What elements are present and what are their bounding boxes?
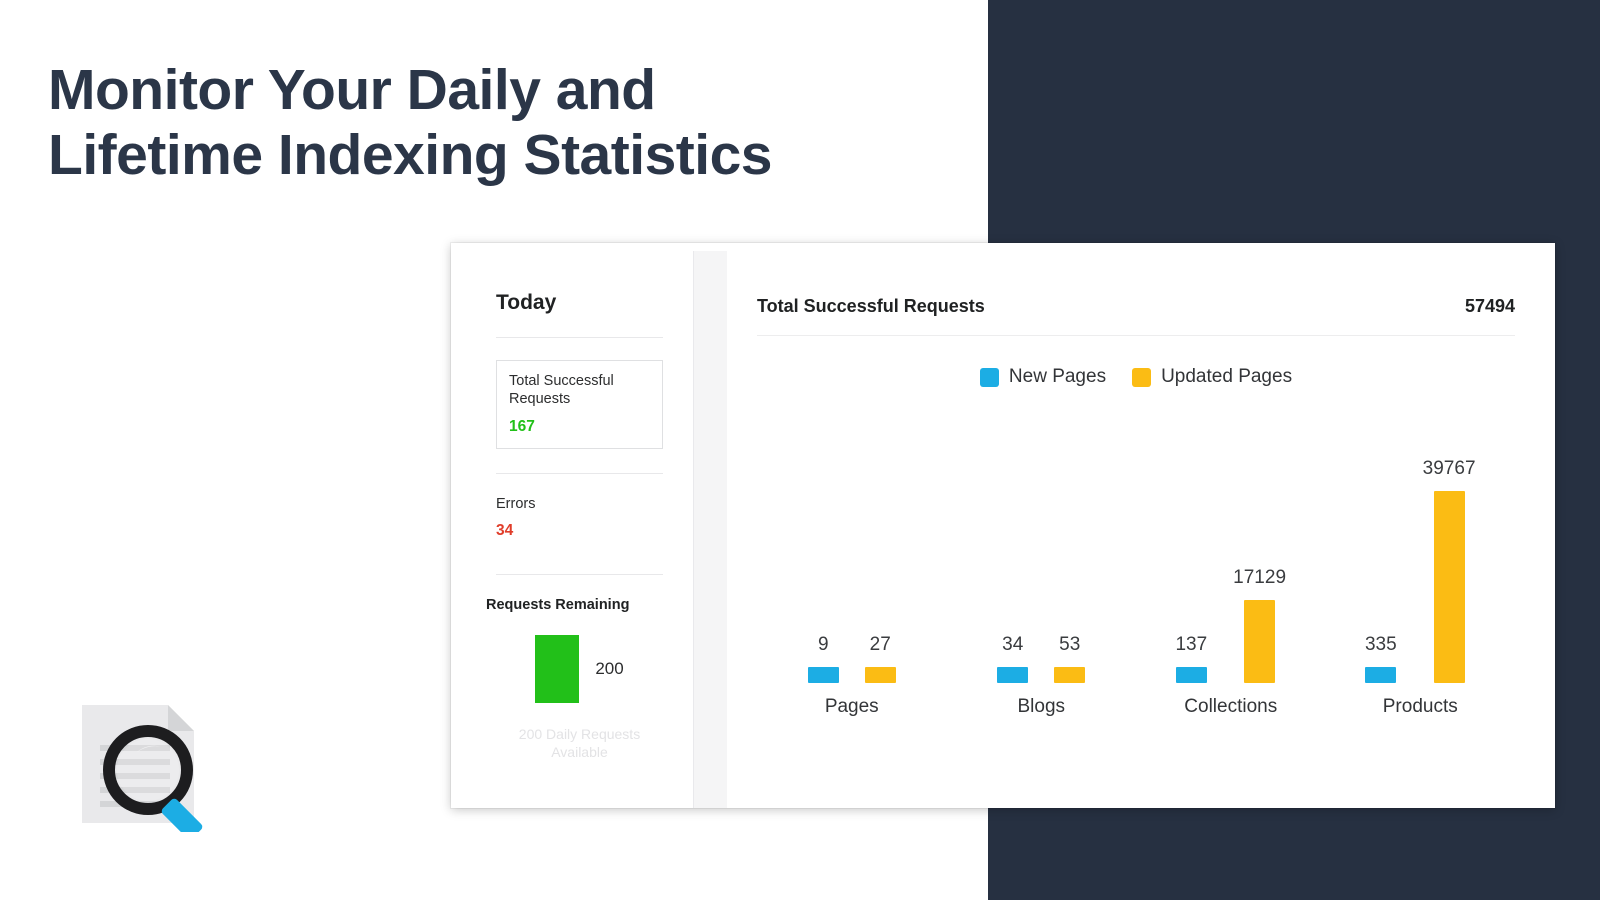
requests-remaining-gauge: 200	[496, 634, 663, 703]
requests-remaining-footnote: 200 Daily Requests Available	[518, 725, 641, 760]
sidebar-title: Today	[496, 291, 557, 314]
category-label-pages: Pages	[824, 696, 879, 717]
sidebar-divider-2	[496, 472, 663, 474]
today-total-successful-requests-card: Total Successful Requests 167	[496, 360, 663, 449]
today-total-successful-label: Total Successful Requests	[509, 373, 614, 408]
bar-new-pages-pages[interactable]: 9	[807, 405, 839, 683]
requests-remaining-block: Requests Remaining 200 200 Daily Request…	[486, 597, 663, 761]
requests-remaining-value: 200	[595, 658, 624, 678]
chart-header: Total Successful Requests 57494	[757, 296, 1515, 336]
requests-remaining-bar	[535, 634, 580, 703]
bar-new-pages-products[interactable]: 335	[1365, 405, 1397, 683]
category-label-products: Products	[1382, 696, 1458, 717]
bar-value-label: 335	[1364, 634, 1397, 655]
document-magnifier-icon	[76, 697, 216, 840]
bar-group-bars: 9 27	[807, 405, 896, 683]
page-root: Monitor Your Daily and Lifetime Indexing…	[0, 0, 1600, 900]
bar-rect	[1244, 600, 1276, 683]
bar-rect	[1175, 667, 1207, 683]
bar-rect	[807, 667, 839, 683]
bar-new-pages-collections[interactable]: 137	[1175, 405, 1207, 683]
page-title-line-2: Lifetime Indexing Statistics	[48, 122, 773, 187]
sidebar-divider-1	[496, 337, 663, 338]
bar-value-label: 34	[1002, 634, 1024, 655]
legend-swatch-updated-pages-icon	[1132, 367, 1152, 387]
chart-title: Total Successful Requests	[757, 296, 985, 316]
legend-item-updated-pages[interactable]: Updated Pages	[1132, 366, 1292, 388]
chart-legend: New Pages Updated Pages	[757, 366, 1515, 388]
panel-gutter	[694, 251, 727, 808]
bar-chart-plot: 9 27 Pages 34 53 Blogs 137 17129 Collections 335 3…	[757, 398, 1515, 718]
today-errors-value: 34	[496, 521, 514, 539]
legend-label-new-pages: New Pages	[1008, 366, 1107, 387]
today-total-successful-value: 167	[509, 417, 535, 435]
app-card: Today Total Successful Requests 167 Erro…	[451, 243, 1555, 808]
bar-rect	[1365, 667, 1397, 683]
page-title: Monitor Your Daily and Lifetime Indexing…	[48, 58, 948, 188]
sidebar-divider-3	[496, 573, 663, 575]
bar-group-bars: 34 53	[997, 405, 1086, 683]
bar-group-bars: 137 17129	[1175, 405, 1286, 683]
bar-group-products: 335 39767 Products	[1330, 405, 1510, 718]
bar-updated-pages-pages[interactable]: 27	[864, 405, 896, 683]
today-errors-label: Errors	[496, 495, 536, 512]
page-title-line-1: Monitor Your Daily and	[48, 58, 656, 122]
bar-updated-pages-blogs[interactable]: 53	[1054, 405, 1086, 683]
bar-value-label: 9	[817, 634, 829, 655]
bar-updated-pages-collections[interactable]: 17129	[1233, 405, 1286, 683]
bar-rect	[864, 667, 896, 683]
legend-label-updated-pages: Updated Pages	[1161, 366, 1293, 387]
bar-group-blogs: 34 53 Blogs	[951, 405, 1131, 718]
today-errors-block: Errors 34	[496, 496, 663, 540]
bar-value-label: 27	[869, 634, 891, 655]
legend-item-new-pages[interactable]: New Pages	[979, 366, 1107, 388]
legend-swatch-new-pages-icon	[979, 367, 999, 387]
bar-value-label: 17129	[1233, 567, 1287, 588]
bar-rect	[1433, 491, 1465, 683]
bar-updated-pages-products[interactable]: 39767	[1423, 405, 1476, 683]
bar-group-pages: 9 27 Pages	[762, 405, 942, 718]
chart-total-value: 57494	[1464, 296, 1515, 316]
bar-value-label: 137	[1175, 634, 1208, 655]
chart-panel: Total Successful Requests 57494 New Page…	[727, 251, 1555, 808]
stats-sidebar: Today Total Successful Requests 167 Erro…	[460, 251, 694, 808]
bar-rect	[997, 667, 1029, 683]
category-label-collections: Collections	[1184, 696, 1278, 717]
requests-remaining-label: Requests Remaining	[486, 596, 630, 613]
bar-value-label: 39767	[1422, 458, 1476, 479]
bar-group-collections: 137 17129 Collections	[1141, 405, 1321, 718]
bar-rect	[1054, 667, 1086, 683]
bar-value-label: 53	[1059, 634, 1081, 655]
bar-group-bars: 335 39767	[1365, 405, 1476, 683]
category-label-blogs: Blogs	[1017, 696, 1066, 717]
bar-new-pages-blogs[interactable]: 34	[997, 405, 1029, 683]
